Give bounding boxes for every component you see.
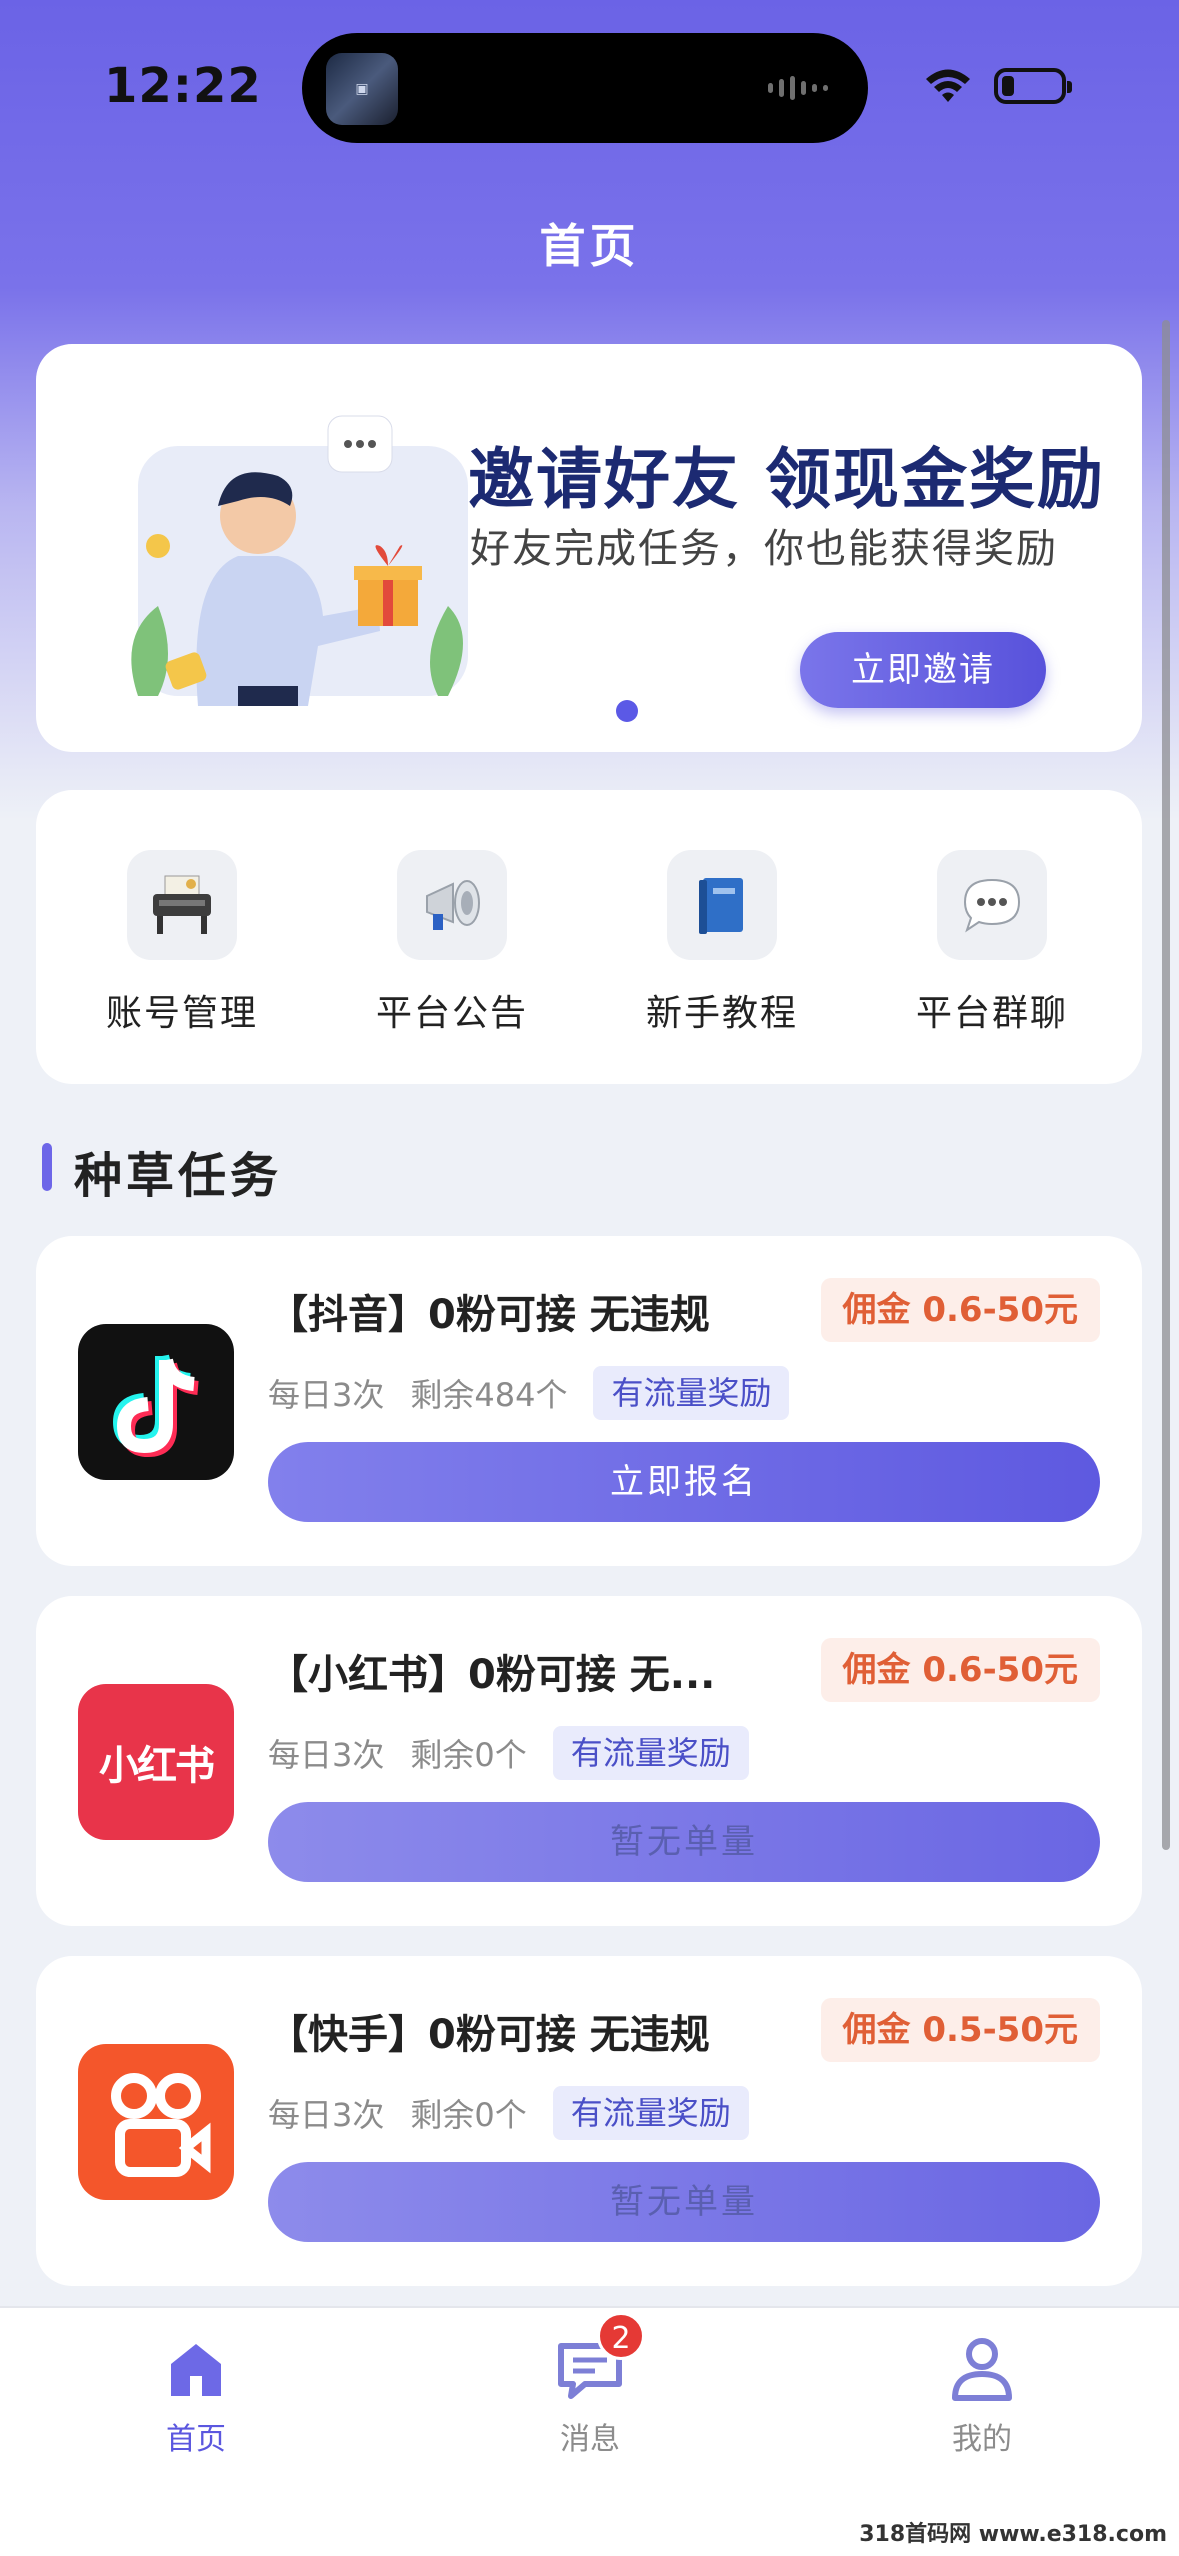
watermark: 318首码网 www.e318.com [859, 2522, 1167, 2547]
xiaohongshu-logo-icon: 小红书 [78, 1684, 234, 1840]
commission-badge: 佣金 0.6-50元 [820, 1638, 1100, 1702]
page-title: 首页 [539, 219, 640, 273]
douyin-logo-icon [78, 1324, 234, 1480]
task-title: 【快手】0粉可接 无违规 [268, 2012, 710, 2058]
status-bar: 12:22 ▣ [0, 0, 1179, 170]
tab-label-home: 首页 [166, 2422, 226, 2457]
scroll-indicator[interactable] [1162, 320, 1170, 1850]
section-accent-bar [42, 1143, 52, 1191]
quick-item-group-chat[interactable]: 平台群聊 [882, 850, 1102, 1036]
wifi-icon [926, 69, 970, 102]
tab-home[interactable]: 首页 [96, 2334, 296, 2458]
tab-mine[interactable]: 我的 [882, 2334, 1082, 2458]
status-time: 12:22 [104, 58, 262, 114]
printer-icon [153, 875, 211, 934]
quick-item-platform-notice[interactable]: 平台公告 [342, 850, 562, 1036]
user-icon [952, 2338, 1012, 2401]
book-icon [699, 878, 743, 934]
signup-button[interactable]: 立即报名 [268, 1442, 1100, 1522]
kuaishou-logo-icon [78, 2044, 234, 2200]
quick-label-tutorial: 新手教程 [645, 993, 798, 1034]
quick-item-tutorial[interactable]: 新手教程 [612, 850, 832, 1036]
task-title: 【小红书】0粉可接 无... [268, 1652, 716, 1698]
tab-messages[interactable]: 2 消息 [490, 2312, 690, 2458]
invite-banner[interactable]: 邀请好友 领现金奖励 好友完成任务，你也能获得奖励 立即邀请 [36, 344, 1142, 752]
task-title: 【抖音】0粉可接 无违规 [268, 1292, 710, 1338]
quick-label-group-chat: 平台群聊 [915, 993, 1068, 1034]
daily-limit: 每日3次 [268, 1736, 385, 1774]
daily-limit: 每日3次 [268, 1376, 385, 1414]
banner-headline: 邀请好友 领现金奖励 [468, 441, 1105, 518]
dynamic-island[interactable]: ▣ [302, 33, 868, 143]
banner-subtitle: 好友完成任务，你也能获得奖励 [470, 526, 1058, 572]
tab-label-messages: 消息 [560, 2422, 620, 2457]
battery-icon [994, 68, 1072, 104]
quick-menu: 账号管理 平台公告 新手教程 平台群聊 [36, 790, 1142, 1084]
traffic-reward-tag: 有流量奖励 [552, 2086, 749, 2140]
now-playing-thumbnail: ▣ [326, 53, 398, 125]
no-orders-button[interactable]: 暂无单量 [268, 2162, 1100, 2242]
unread-badge: 2 [597, 2312, 645, 2360]
chat-bubble-icon [963, 878, 1021, 933]
home-icon [171, 2344, 221, 2396]
commission-badge: 佣金 0.6-50元 [820, 1278, 1100, 1342]
daily-limit: 每日3次 [268, 2096, 385, 2134]
carousel-indicator[interactable] [616, 700, 638, 722]
remaining-count: 剩余484个 [410, 1376, 568, 1414]
section-title: 种草任务 [74, 1148, 283, 1204]
no-orders-button[interactable]: 暂无单量 [268, 1802, 1100, 1882]
megaphone-icon [426, 880, 480, 930]
traffic-reward-tag: 有流量奖励 [552, 1726, 749, 1780]
task-card-douyin[interactable]: 【抖音】0粉可接 无违规 佣金 0.6-50元 每日3次 剩余484个 有流量奖… [36, 1236, 1142, 1566]
audio-wave-icon [768, 75, 838, 101]
invite-now-button[interactable]: 立即邀请 [800, 632, 1046, 708]
invite-illustration [118, 406, 478, 706]
quick-label-account: 账号管理 [105, 993, 258, 1034]
task-card-kuaishou[interactable]: 【快手】0粉可接 无违规 佣金 0.5-50元 每日3次 剩余0个 有流量奖励 … [36, 1956, 1142, 2286]
traffic-reward-tag: 有流量奖励 [593, 1366, 790, 1420]
tab-label-mine: 我的 [952, 2422, 1012, 2457]
quick-label-notice: 平台公告 [375, 993, 528, 1034]
commission-badge: 佣金 0.5-50元 [820, 1998, 1100, 2062]
task-card-xiaohongshu[interactable]: 小红书 【小红书】0粉可接 无... 佣金 0.6-50元 每日3次 剩余0个 … [36, 1596, 1142, 1926]
quick-item-account-management[interactable]: 账号管理 [72, 850, 292, 1036]
remaining-count: 剩余0个 [410, 2096, 527, 2134]
remaining-count: 剩余0个 [410, 1736, 527, 1774]
